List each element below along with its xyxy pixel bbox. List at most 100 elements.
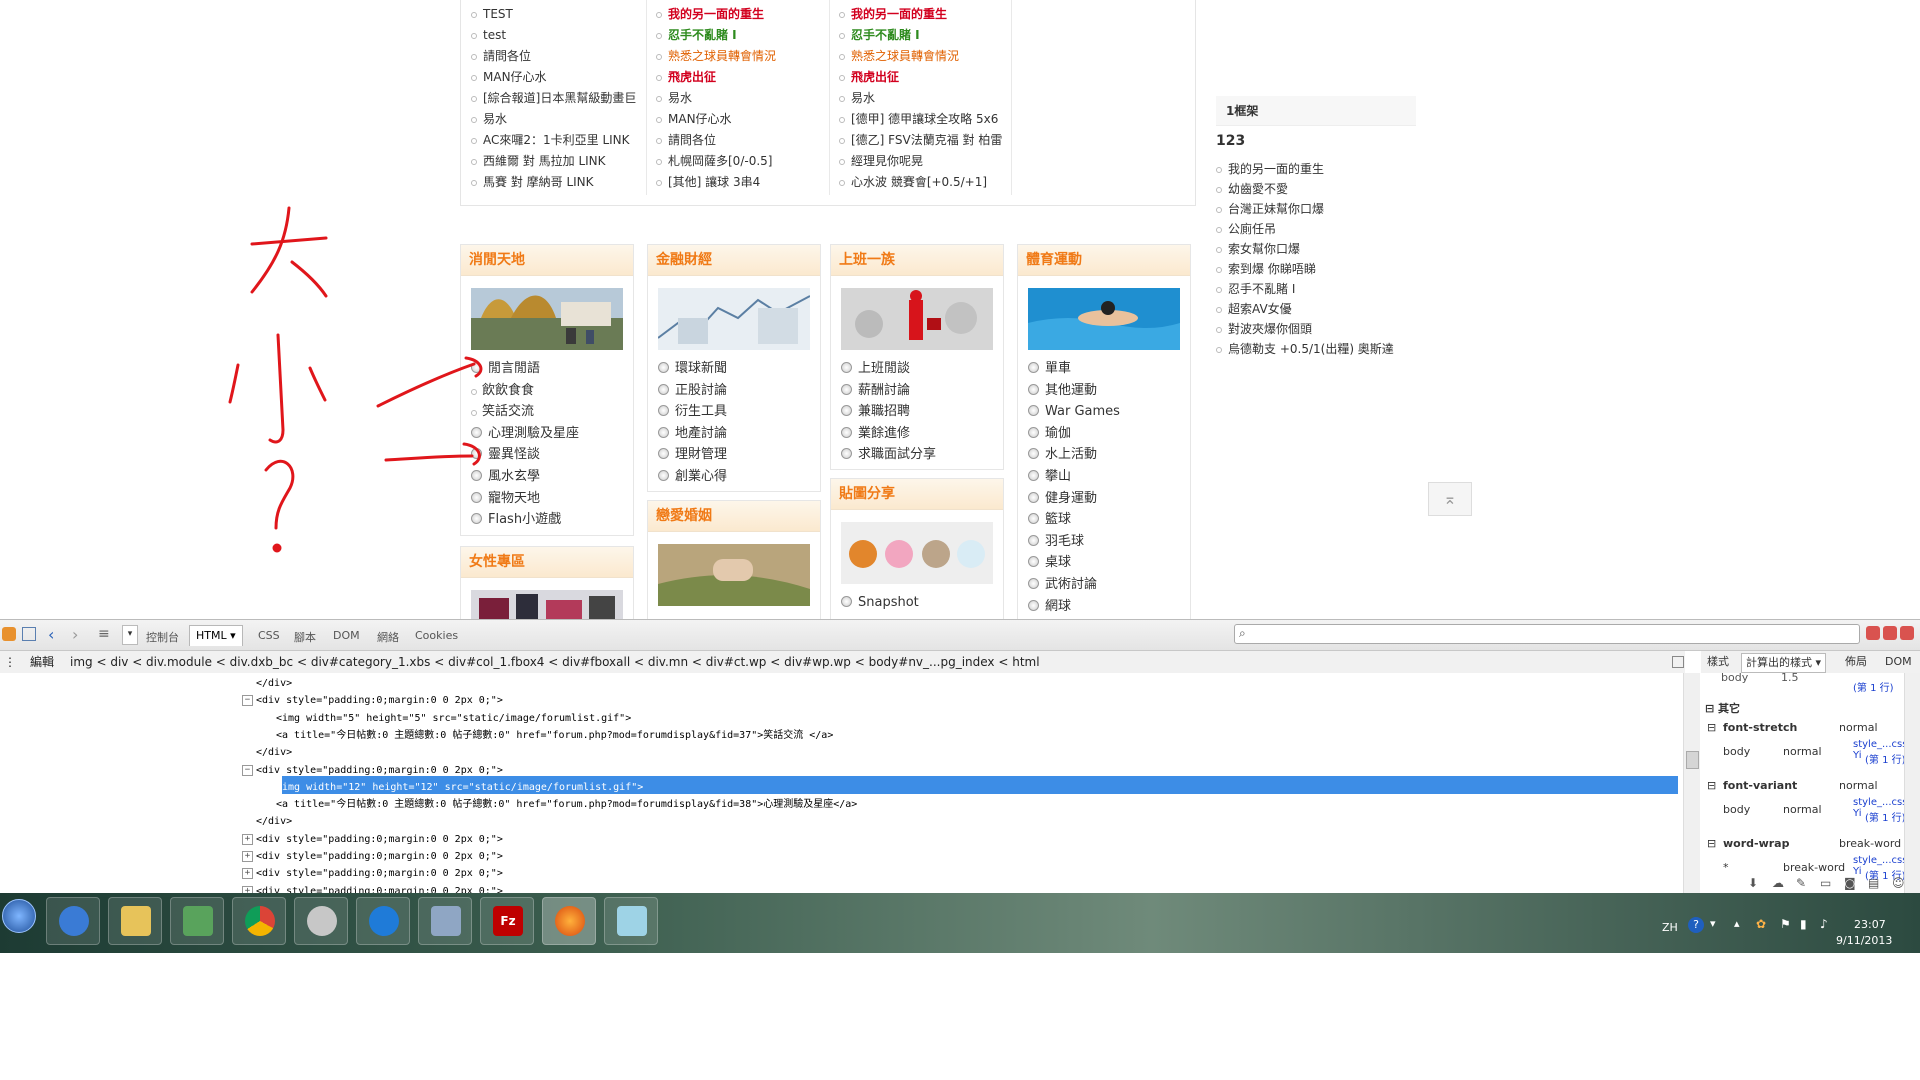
- expand-node-icon[interactable]: +: [242, 833, 253, 845]
- forum-link[interactable]: 其他運動: [1028, 380, 1190, 402]
- sidebar-thread-link[interactable]: 公廁任吊: [1216, 219, 1394, 239]
- section-other[interactable]: ⊟ 其它: [1705, 700, 1740, 716]
- sidebar-thread-link[interactable]: 超索AV女優: [1216, 299, 1394, 319]
- sidebar-thread-link[interactable]: 索女幫你口爆: [1216, 239, 1394, 259]
- side-tab-layout[interactable]: 佈局: [1845, 651, 1867, 673]
- firebug-breadcrumb[interactable]: ⋮ 編輯 img < div < div.module < div.dxb_bc…: [0, 651, 1685, 674]
- forum-link[interactable]: 笑話交流: [471, 401, 633, 423]
- forum-link[interactable]: 薪酬討論: [841, 380, 1003, 402]
- forum-link[interactable]: 籃球: [1028, 509, 1190, 531]
- html-node[interactable]: </div>: [256, 675, 292, 692]
- forum-link[interactable]: 健身運動: [1028, 488, 1190, 510]
- forum-link[interactable]: 環球新聞: [658, 358, 820, 380]
- thread-link[interactable]: 熟悉之球員轉會情況: [839, 46, 1002, 67]
- forum-link[interactable]: 創業心得: [658, 466, 820, 488]
- forum-link[interactable]: 寵物天地: [471, 488, 633, 510]
- collapse-node-icon[interactable]: −: [242, 764, 253, 776]
- html-node[interactable]: </div>: [256, 744, 292, 761]
- tab-html[interactable]: HTML ▾: [189, 625, 243, 646]
- forum-link[interactable]: 衍生工具: [658, 401, 820, 423]
- start-button[interactable]: [2, 899, 36, 933]
- thread-link[interactable]: [德乙] FSV法蘭克福 對 柏雷: [839, 130, 1002, 151]
- html-node[interactable]: <div style="padding:0;margin:0 0 2px 0;"…: [256, 848, 503, 865]
- category-title[interactable]: 上班一族: [831, 245, 1003, 276]
- forum-link[interactable]: 靈異怪談: [471, 444, 633, 466]
- thread-link[interactable]: 札幌岡薩多[0/-0.5]: [656, 151, 776, 172]
- html-node[interactable]: <div style="padding:0;margin:0 0 2px 0;"…: [256, 865, 503, 882]
- sidebar-thread-link[interactable]: 索到爆 你睇唔睇: [1216, 259, 1394, 279]
- thread-link[interactable]: 我的另一面的重生: [656, 4, 776, 25]
- expand-node-icon[interactable]: +: [242, 851, 253, 862]
- network-icon[interactable]: ▮: [1800, 917, 1807, 931]
- forum-link[interactable]: 地產討論: [658, 423, 820, 445]
- computed-ref[interactable]: (第 1 行): [1853, 679, 1894, 694]
- html-node[interactable]: </div>: [256, 813, 292, 830]
- side-tab-dom[interactable]: DOM: [1885, 651, 1912, 673]
- flag-icon[interactable]: ⚑: [1780, 917, 1791, 931]
- tab-net[interactable]: 網絡: [377, 629, 399, 645]
- forward-arrow-icon[interactable]: ›: [72, 625, 78, 644]
- thread-link[interactable]: 熟悉之球員轉會情況: [656, 46, 776, 67]
- forum-link[interactable]: 羽毛球: [1028, 531, 1190, 553]
- html-node[interactable]: <div style="padding:0;margin:0 0 2px 0;"…: [256, 692, 503, 709]
- thread-link[interactable]: 忍手不亂賭 I: [839, 25, 1002, 46]
- language-indicator[interactable]: ZH: [1662, 921, 1678, 934]
- thread-link[interactable]: 飛虎出征: [656, 67, 776, 88]
- clock-date[interactable]: 9/11/2013: [1836, 934, 1892, 947]
- taskbar-chrome[interactable]: [232, 897, 286, 945]
- collapse-prop-icon[interactable]: ⊟: [1707, 837, 1716, 850]
- thread-link[interactable]: test: [471, 25, 636, 46]
- thread-link[interactable]: 飛虎出征: [839, 67, 1002, 88]
- side-tab-computed[interactable]: 計算出的樣式 ▾: [1741, 653, 1827, 673]
- html-node[interactable]: <div style="padding:0;margin:0 0 2px 0;"…: [256, 762, 503, 779]
- download-icon[interactable]: ⬇: [1748, 876, 1758, 890]
- category-title[interactable]: 戀愛婚姻: [648, 501, 820, 532]
- html-node[interactable]: <img width="5" height="5" src="static/im…: [276, 710, 631, 727]
- taskbar-app-7[interactable]: [418, 897, 472, 945]
- expand-node-icon[interactable]: +: [242, 885, 253, 893]
- category-title[interactable]: 金融財經: [648, 245, 820, 276]
- clock-time[interactable]: 23:07: [1854, 918, 1886, 931]
- taskbar-app-1[interactable]: [46, 897, 100, 945]
- ime-icon[interactable]: ▾: [1710, 917, 1716, 930]
- sidebar-thread-link[interactable]: 台灣正妹幫你口爆: [1216, 199, 1394, 219]
- collapse-prop-icon[interactable]: ⊟: [1707, 779, 1716, 792]
- collapse-prop-icon[interactable]: ⊟: [1707, 721, 1716, 734]
- inspect-icon[interactable]: [22, 627, 36, 641]
- forum-link[interactable]: 桌球: [1028, 552, 1190, 574]
- page-icon[interactable]: ▤: [1868, 876, 1879, 890]
- thread-link[interactable]: 請問各位: [471, 46, 636, 67]
- forum-link[interactable]: Flash小遊戲: [471, 509, 633, 531]
- close-icon[interactable]: [1900, 626, 1914, 640]
- tab-console[interactable]: 控制台: [146, 629, 179, 645]
- thread-link[interactable]: 馬賽 對 摩納哥 LINK: [471, 172, 636, 193]
- taskbar-ie[interactable]: [356, 897, 410, 945]
- selected-html-node[interactable]: <img width="12" height="12" src="static/…: [276, 779, 643, 796]
- forum-link[interactable]: Snapshot: [841, 592, 1003, 614]
- camera-icon[interactable]: ◙: [1844, 876, 1856, 890]
- sidebar-thread-link[interactable]: 幼齒愛不愛: [1216, 179, 1394, 199]
- thread-link[interactable]: 西維爾 對 馬拉加 LINK: [471, 151, 636, 172]
- thread-link[interactable]: 忍手不亂賭 I: [656, 25, 776, 46]
- forum-link[interactable]: 兼職招聘: [841, 401, 1003, 423]
- html-node[interactable]: <div style="padding:0;margin:0 0 2px 0;"…: [256, 831, 503, 848]
- side-scrollbar[interactable]: [1904, 673, 1920, 893]
- sidebar-thread-link[interactable]: 我的另一面的重生: [1216, 159, 1394, 179]
- thread-link[interactable]: MAN仔心水: [471, 67, 636, 88]
- side-tab-style[interactable]: 樣式: [1707, 651, 1729, 673]
- thread-link[interactable]: [綜合報道]日本黑幫級動畫巨: [471, 88, 636, 109]
- thread-link[interactable]: TEST: [471, 4, 636, 25]
- tray-app-icon[interactable]: ✿: [1756, 917, 1766, 931]
- taskbar-paint[interactable]: [294, 897, 348, 945]
- volume-icon[interactable]: ♪: [1820, 917, 1828, 931]
- forum-link[interactable]: 單車: [1028, 358, 1190, 380]
- thread-link[interactable]: [德甲] 德甲讓球全攻略 5x6: [839, 109, 1002, 130]
- forum-link[interactable]: 求職面試分享: [841, 444, 1003, 466]
- scrollbar-thumb[interactable]: [1686, 751, 1699, 769]
- forum-link[interactable]: War Games: [1028, 401, 1190, 423]
- html-node[interactable]: <a title="今日帖數:0 主題總數:0 帖子總數:0" href="fo…: [276, 796, 857, 813]
- sidebar-thread-link[interactable]: 忍手不亂賭 I: [1216, 279, 1394, 299]
- taskbar-explorer[interactable]: [108, 897, 162, 945]
- thread-link[interactable]: [其他] 讓球 3串4: [656, 172, 776, 193]
- tool-icon[interactable]: ✎: [1796, 876, 1806, 890]
